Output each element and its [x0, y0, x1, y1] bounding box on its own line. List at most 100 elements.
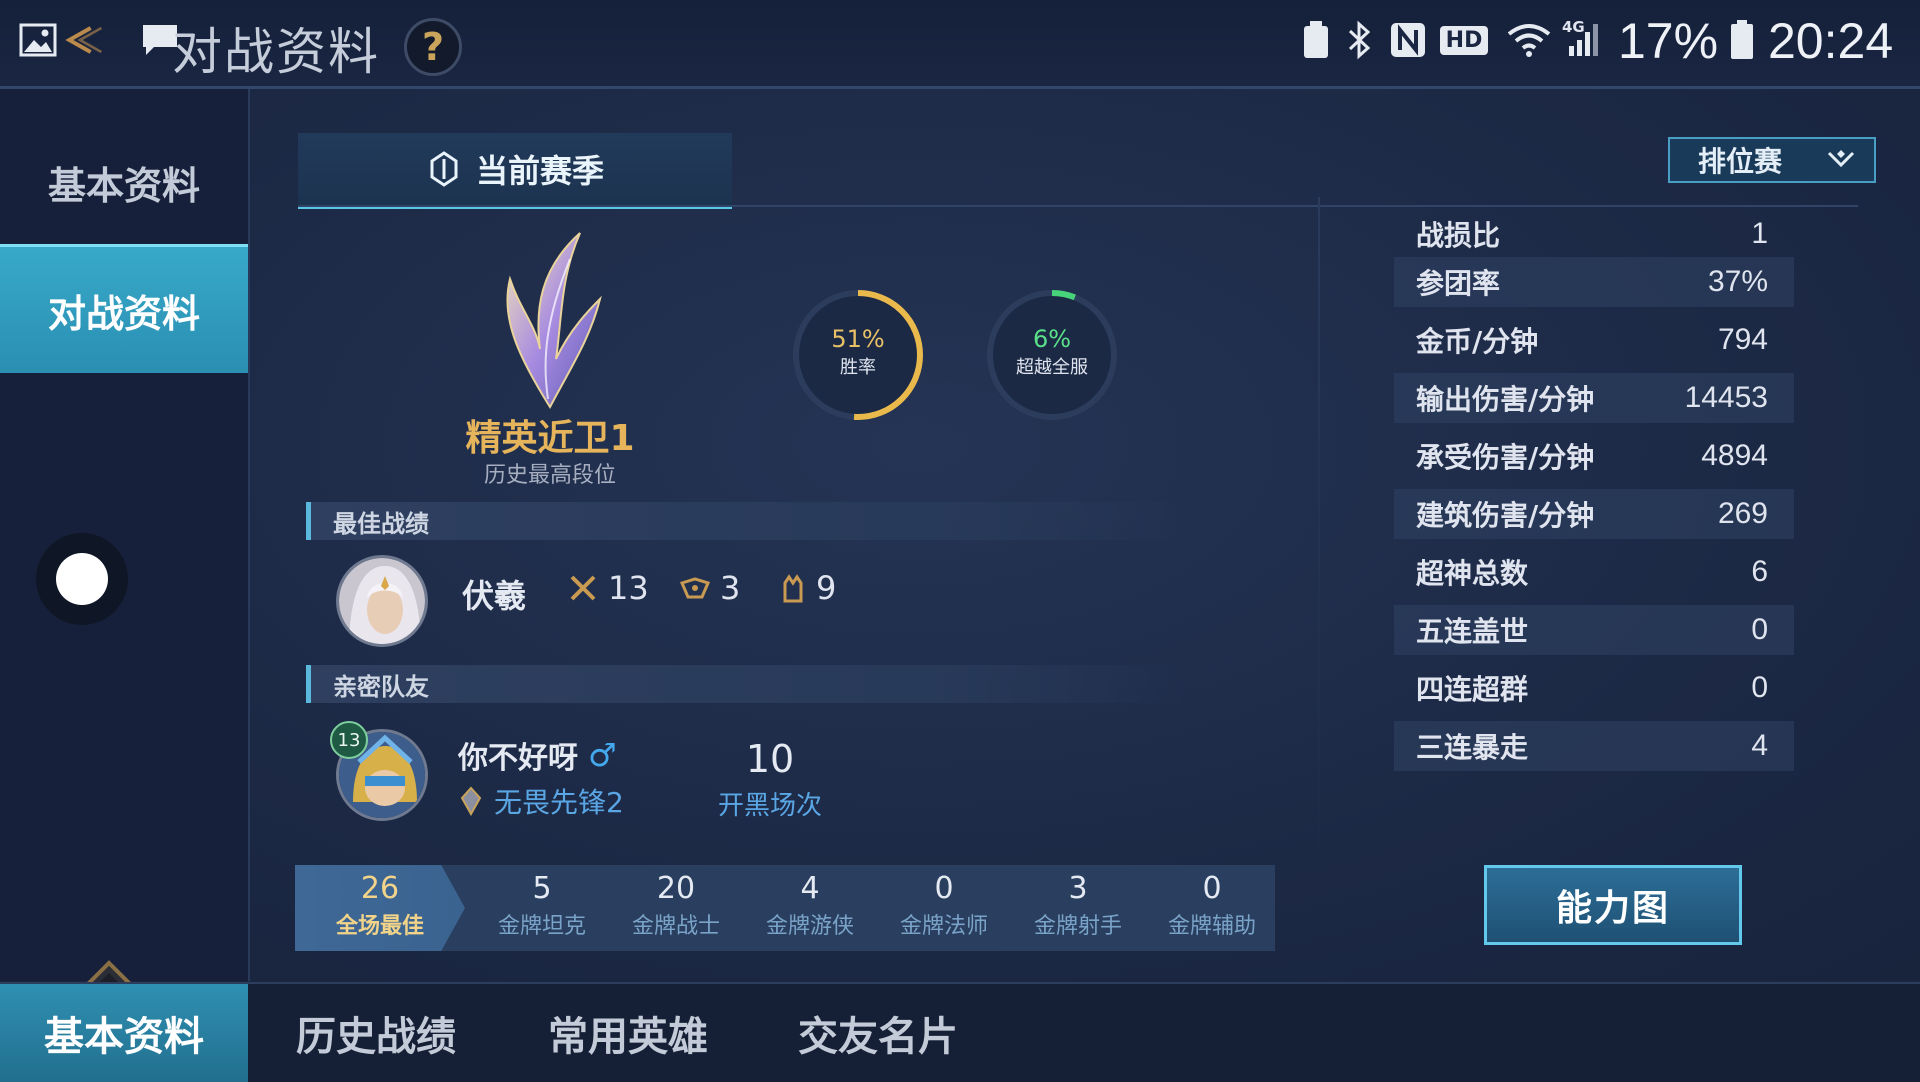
tab-label: 基本资料 — [44, 1014, 204, 1060]
signal-label: 4G — [1562, 18, 1585, 36]
assists-stat: 9 — [780, 569, 836, 607]
stat-row-legendary: 超神总数 6 — [1394, 547, 1794, 597]
sidebar-item-label: 基本资料 — [47, 163, 200, 208]
battery-percent: 17% — [1618, 13, 1719, 69]
medal-label: 金牌战士 — [631, 914, 720, 939]
floating-toggle-button[interactable] — [36, 533, 128, 625]
tab-social-card[interactable]: 交友名片 — [758, 984, 998, 1082]
team-games-value: 10 — [745, 737, 795, 781]
stat-label: 输出伤害/分钟 — [1416, 383, 1595, 416]
tab-basic-info[interactable]: 基本资料 — [0, 984, 248, 1082]
kills-value: 13 — [608, 569, 649, 607]
assists-icon — [783, 574, 803, 603]
divider — [1318, 197, 1320, 877]
team-games-label: 开黑场次 — [717, 791, 822, 821]
friend-rank: 无畏先锋2 — [494, 786, 624, 819]
tab-current-season[interactable]: 当前赛季 — [298, 133, 732, 209]
sidebar-item-label: 对战资料 — [47, 291, 200, 336]
close-friend-heading-text: 亲密队友 — [333, 672, 429, 701]
mode-dropdown[interactable]: 排位赛 — [1668, 137, 1876, 183]
clock: 20:24 — [1768, 13, 1894, 69]
stat-value: 794 — [1717, 323, 1768, 356]
stat-label: 参团率 — [1416, 267, 1501, 300]
sidebar-item-battle-info[interactable]: 对战资料 — [0, 244, 248, 373]
sidebar: 基本资料 对战资料 — [0, 89, 250, 1048]
kills-stat: 13 — [568, 569, 649, 607]
deaths-icon — [680, 577, 710, 599]
medal-tank: 5 金牌坦克 — [477, 865, 607, 951]
stat-label: 承受伤害/分钟 — [1416, 441, 1595, 474]
back-arrow-icon[interactable] — [64, 18, 104, 62]
stat-row-gold: 金币/分钟 794 — [1394, 315, 1794, 365]
stat-row-kda: 战损比 1 — [1394, 209, 1794, 259]
tab-label: 交友名片 — [798, 1014, 958, 1060]
wifi-icon — [1504, 18, 1554, 62]
stat-value: 0 — [1751, 671, 1768, 704]
win-rate-label: 51% 胜率 — [790, 325, 926, 379]
deaths-value: 3 — [720, 569, 741, 607]
surpass-caption: 超越全服 — [1016, 357, 1088, 378]
medal-mage: 0 金牌法师 — [879, 865, 1009, 951]
medal-value: 0 — [934, 871, 954, 906]
friend-name-row: 你不好呀 ♂ — [458, 733, 617, 777]
win-rate-caption: 胜率 — [840, 357, 876, 378]
ability-chart-button[interactable]: 能力图 — [1484, 865, 1742, 945]
stat-label: 超神总数 — [1416, 557, 1529, 590]
tab-underline — [298, 205, 1858, 207]
stat-row-quadra: 四连超群 0 — [1394, 663, 1794, 713]
status-bar: 对战资料 ? HD 4G 17% 20:24 — [0, 0, 1920, 89]
surpass-label: 6% 超越全服 — [984, 325, 1120, 379]
rank-emblem-icon — [506, 232, 602, 409]
friend-level-badge: 13 — [330, 721, 368, 759]
assists-value: 9 — [816, 569, 837, 607]
gallery-icon — [18, 18, 58, 62]
stat-value: 269 — [1717, 497, 1768, 530]
medal-mvp: 26 全场最佳 — [295, 865, 465, 951]
stat-value: 4 — [1751, 729, 1768, 762]
close-friend-heading: 亲密队友 — [306, 665, 1186, 703]
toggle-knob — [56, 553, 108, 605]
bottom-tab-bar: 基本资料 历史战绩 常用英雄 交友名片 — [0, 982, 1920, 1082]
stat-row-building-damage: 建筑伤害/分钟 269 — [1394, 489, 1794, 539]
medal-summary: 26 全场最佳 5 金牌坦克 20 金牌战士 4 金牌游侠 0 金牌法师 3 金… — [295, 865, 1275, 951]
medal-marksman: 3 金牌射手 — [1013, 865, 1143, 951]
stat-row-damage-taken: 承受伤害/分钟 4894 — [1394, 431, 1794, 481]
signal-icon: 4G — [1562, 18, 1604, 62]
medal-label: 全场最佳 — [335, 914, 424, 939]
stat-row-participation: 参团率 37% — [1394, 257, 1794, 307]
win-rate-value: 51% — [831, 325, 885, 353]
medal-label: 金牌法师 — [899, 914, 988, 939]
hero-avatar[interactable] — [336, 555, 428, 647]
medal-label: 金牌坦克 — [497, 914, 586, 939]
stat-value: 37% — [1707, 265, 1768, 298]
medal-value: 3 — [1068, 871, 1088, 906]
surpass-value: 6% — [1032, 325, 1072, 353]
stat-value: 0 — [1751, 613, 1768, 646]
stat-value: 14453 — [1684, 381, 1768, 414]
stat-value: 6 — [1751, 555, 1768, 588]
tab-common-heroes[interactable]: 常用英雄 — [508, 984, 748, 1082]
hero-name: 伏羲 — [462, 577, 527, 615]
best-record-heading: 最佳战绩 — [306, 502, 1186, 540]
friend-rank-row: 无畏先锋2 — [460, 781, 624, 821]
tab-match-history[interactable]: 历史战绩 — [256, 984, 496, 1082]
help-button[interactable]: ? — [404, 18, 462, 76]
sidebar-item-basic-info[interactable]: 基本资料 — [0, 119, 248, 245]
medal-ranger: 4 金牌游侠 — [745, 865, 875, 951]
hd-badge-icon: HD — [1436, 18, 1492, 62]
mode-dropdown-label: 排位赛 — [1698, 145, 1783, 178]
main-panel: 当前赛季 排位赛 精英近卫1 历史最高段位 51% 胜率 6% 超越全服 最佳战… — [250, 89, 1920, 981]
stat-label: 金币/分钟 — [1416, 325, 1539, 358]
deaths-stat: 3 — [680, 569, 740, 607]
battery-icon — [1722, 18, 1762, 62]
medal-value: 0 — [1202, 871, 1222, 906]
nfc-icon — [1388, 18, 1428, 62]
best-record-heading-text: 最佳战绩 — [333, 509, 429, 538]
stat-row-triple: 三连暴走 4 — [1394, 721, 1794, 771]
friend-name: 你不好呀 — [458, 741, 578, 776]
stat-row-damage: 输出伤害/分钟 14453 — [1394, 373, 1794, 423]
season-icon — [430, 151, 458, 187]
bluetooth-icon — [1340, 18, 1380, 62]
medal-support: 0 金牌辅助 — [1147, 865, 1277, 951]
tab-label: 常用英雄 — [548, 1014, 708, 1060]
